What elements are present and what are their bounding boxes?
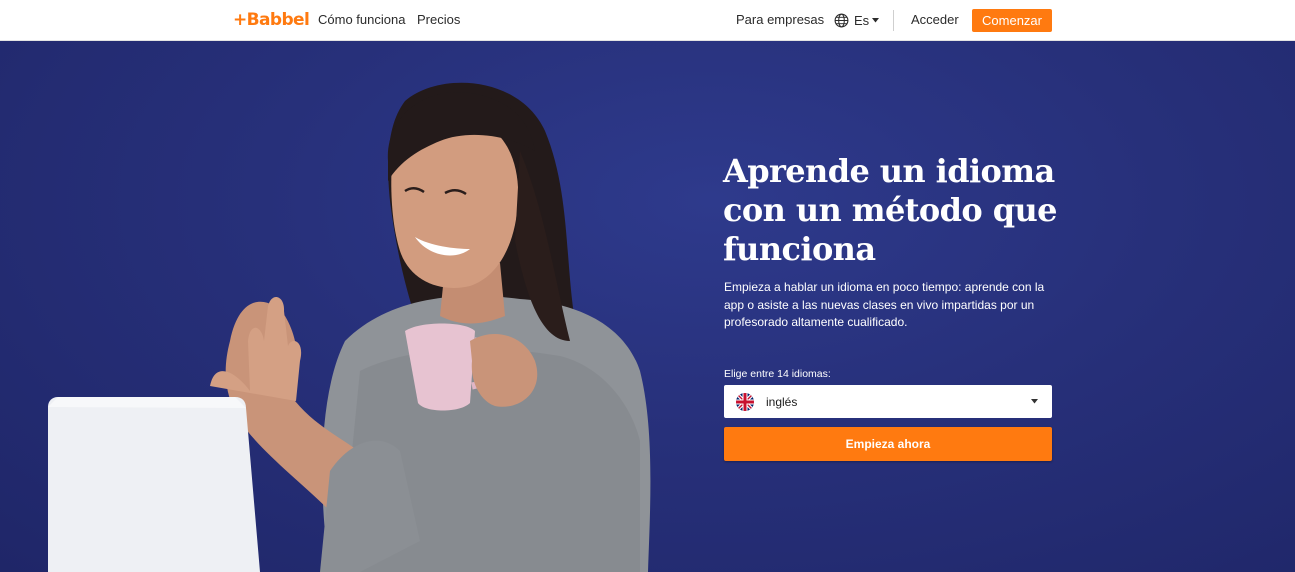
hero-photo (48, 82, 651, 572)
babbel-logo[interactable]: +Babbel (233, 9, 310, 31)
start-now-button[interactable]: Empieza ahora (724, 427, 1052, 461)
globe-icon (834, 13, 849, 27)
start-button[interactable]: Comenzar (972, 9, 1052, 32)
nav-link-como-funciona[interactable]: Cómo funciona (318, 11, 405, 29)
top-navigation: +Babbel Cómo funciona Precios Para empre… (0, 0, 1295, 41)
logo-text: +Babbel (233, 10, 310, 30)
nav-link-para-empresas[interactable]: Para empresas (736, 11, 824, 29)
hero-subtitle: Empieza a hablar un idioma en poco tiemp… (724, 280, 1045, 329)
selected-language: inglés (766, 395, 798, 409)
uk-flag-icon (736, 393, 754, 411)
hero-section: Aprende un idioma con un método que func… (0, 41, 1295, 572)
hero-title-line-3: funciona (723, 230, 876, 268)
caret-down-icon (872, 17, 880, 22)
hero-title: Aprende un idioma con un método que func… (723, 152, 1083, 269)
language-switcher[interactable]: Es (834, 10, 880, 30)
language-select[interactable]: inglés (724, 385, 1052, 418)
nav-divider (893, 10, 894, 31)
hero-title-line-1: Aprende un idioma (723, 152, 1055, 190)
dropdown-arrow-icon (1031, 399, 1038, 404)
nav-link-precios[interactable]: Precios (417, 11, 460, 29)
login-link[interactable]: Acceder (911, 11, 959, 29)
language-label: Es (854, 12, 870, 28)
hero-title-line-2: con un método que (723, 191, 1058, 229)
language-picker-label: Elige entre 14 idiomas: (724, 368, 831, 380)
